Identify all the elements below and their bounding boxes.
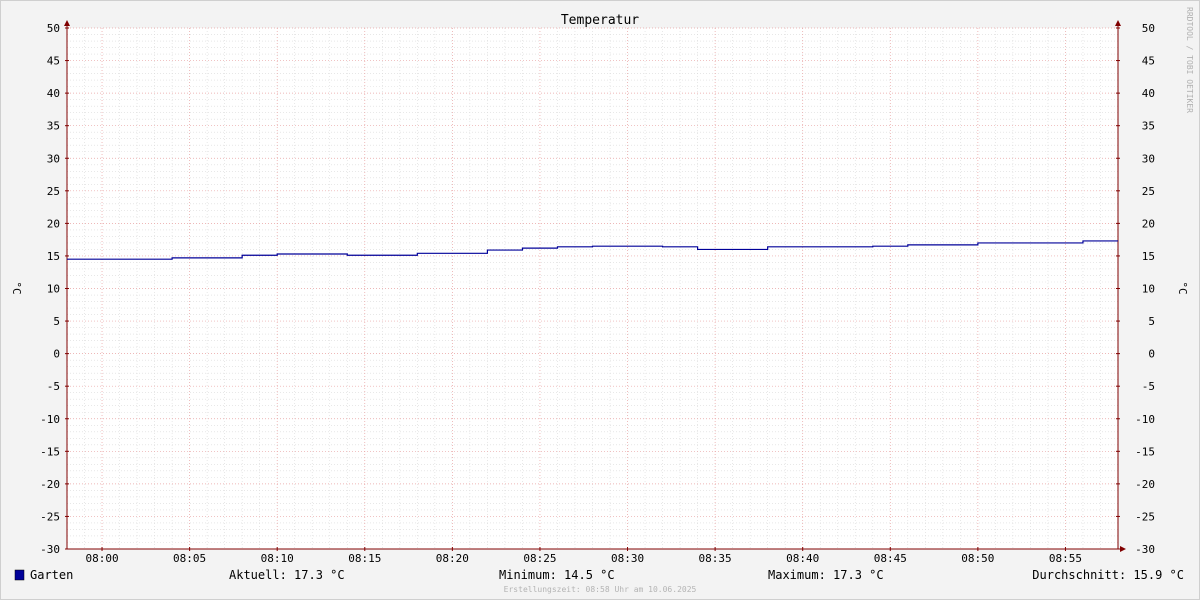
y-tick-label-left: 50 <box>47 22 60 35</box>
y-tick-label-left: 30 <box>47 152 60 165</box>
y-axis-label-right: °C <box>1176 281 1189 294</box>
y-tick-label-left: -30 <box>40 543 60 556</box>
y-tick-label-right: -25 <box>1135 510 1155 523</box>
x-tick-label: 08:45 <box>874 552 907 565</box>
y-tick-label-left: 0 <box>53 348 60 361</box>
x-tick-label: 08:10 <box>261 552 294 565</box>
y-tick-label-right: -5 <box>1142 380 1155 393</box>
y-axis-arrow-left <box>64 20 70 26</box>
y-tick-label-right: -15 <box>1135 445 1155 458</box>
legend-average: Durchschnitt: 15.9 °C <box>1032 568 1184 582</box>
x-tick-label: 08:30 <box>611 552 644 565</box>
y-tick-label-right: 45 <box>1142 55 1155 68</box>
legend-swatch-garten <box>14 569 25 581</box>
y-tick-label-left: 35 <box>47 120 60 133</box>
watermark: RRDTOOL / TOBI OETIKER <box>1185 7 1194 113</box>
y-tick-label-left: 5 <box>53 315 60 328</box>
x-tick-label: 08:50 <box>961 552 994 565</box>
x-tick-label: 08:15 <box>348 552 381 565</box>
y-tick-label-right: 10 <box>1142 283 1155 296</box>
y-axis-label-left: °C <box>10 281 23 294</box>
y-tick-label-left: 10 <box>47 283 60 296</box>
y-tick-label-left: 45 <box>47 55 60 68</box>
y-tick-label-right: -20 <box>1135 478 1155 491</box>
legend-minimum: Minimum: 14.5 °C <box>499 568 615 582</box>
legend-name: Garten <box>30 568 73 582</box>
y-tick-label-right: -10 <box>1135 413 1155 426</box>
y-tick-label-left: -25 <box>40 510 60 523</box>
y-tick-label-left: -10 <box>40 413 60 426</box>
x-axis-arrow <box>1120 546 1126 552</box>
footer-timestamp: Erstellungszeit: 08:58 Uhr am 10.06.2025 <box>504 585 697 594</box>
legend-maximum: Maximum: 17.3 °C <box>768 568 884 582</box>
temperature-chart: 50 5045 4540 4035 3530 3025 2520 2015 1510 105 50 0… <box>10 7 1194 594</box>
y-tick-label-left: -15 <box>40 445 60 458</box>
y-tick-label-right: -30 <box>1135 543 1155 556</box>
chart-title: Temperatur <box>561 13 639 28</box>
y-tick-label-right: 50 <box>1142 22 1155 35</box>
y-tick-label-right: 20 <box>1142 217 1155 230</box>
y-tick-label-right: 25 <box>1142 185 1155 198</box>
x-tick-label: 08:25 <box>523 552 556 565</box>
y-tick-label-right: 5 <box>1148 315 1155 328</box>
y-tick-label-right: 15 <box>1142 250 1155 263</box>
x-tick-label: 08:20 <box>436 552 469 565</box>
y-tick-label-left: -20 <box>40 478 60 491</box>
y-tick-label-left: -5 <box>47 380 60 393</box>
x-tick-label: 08:40 <box>786 552 819 565</box>
y-tick-label-left: 15 <box>47 250 60 263</box>
y-tick-label-left: 40 <box>47 87 60 100</box>
y-tick-label-right: 40 <box>1142 87 1155 100</box>
y-tick-label-left: 25 <box>47 185 60 198</box>
x-tick-label: 08:00 <box>85 552 118 565</box>
x-tick-label: 08:35 <box>699 552 732 565</box>
y-axis-arrow-right <box>1115 20 1121 26</box>
legend-current: Aktuell: 17.3 °C <box>229 568 345 582</box>
y-tick-label-right: 35 <box>1142 120 1155 133</box>
x-tick-label: 08:05 <box>173 552 206 565</box>
y-tick-label-right: 30 <box>1142 152 1155 165</box>
y-tick-label-left: 20 <box>47 217 60 230</box>
y-tick-label-right: 0 <box>1148 348 1155 361</box>
x-tick-label: 08:55 <box>1049 552 1082 565</box>
